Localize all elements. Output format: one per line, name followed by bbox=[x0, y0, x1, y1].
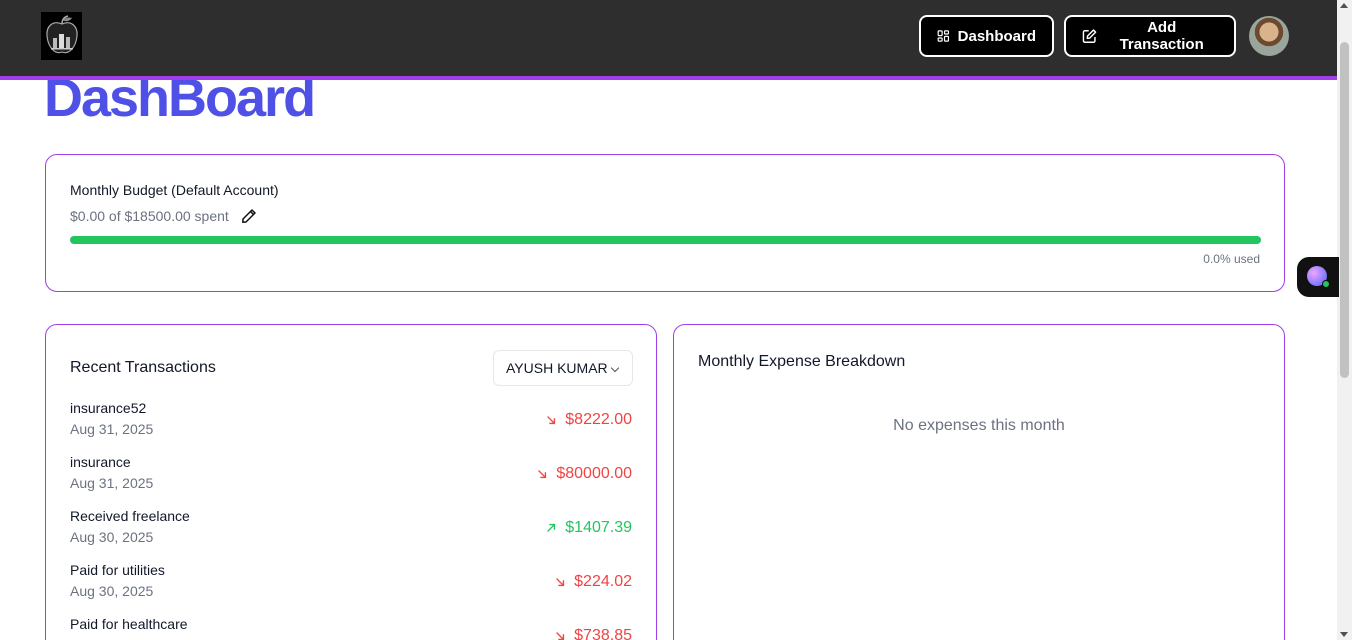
transaction-name: insurance bbox=[70, 454, 131, 470]
transaction-date: Aug 30, 2025 bbox=[70, 529, 154, 545]
app-logo[interactable] bbox=[41, 12, 82, 60]
online-status-dot bbox=[1322, 280, 1330, 288]
transaction-amount-value: $224.02 bbox=[574, 573, 632, 590]
budget-spent-text: $0.00 of $18500.00 spent bbox=[70, 208, 229, 224]
expense-breakdown-card: Monthly Expense Breakdown No expenses th… bbox=[673, 324, 1285, 640]
transaction-amount-value: $80000.00 bbox=[556, 465, 632, 482]
dashboard-button[interactable]: Dashboard bbox=[919, 15, 1054, 57]
account-select[interactable]: AYUSH KUMAR bbox=[493, 350, 633, 386]
transaction-date: Aug 31, 2025 bbox=[70, 421, 154, 437]
arrow-up-right-icon bbox=[547, 523, 556, 532]
scroll-down-arrow-icon[interactable] bbox=[1340, 632, 1348, 637]
layout-dashboard-icon bbox=[937, 30, 950, 42]
no-expenses-message: No expenses this month bbox=[893, 417, 1065, 434]
pencil-icon[interactable] bbox=[241, 208, 257, 224]
transaction-amount: $224.02 bbox=[554, 573, 632, 591]
transactions-list: insurance52 Aug 31, 2025 $8222.00 insurance… bbox=[70, 400, 632, 640]
budget-progress-bar bbox=[70, 236, 1261, 244]
transaction-row[interactable]: Received freelance Aug 30, 2025 $1407.39 bbox=[70, 508, 632, 562]
transaction-row[interactable]: Paid for utilities Aug 30, 2025 $224.02 bbox=[70, 562, 632, 616]
transaction-date: Aug 31, 2025 bbox=[70, 475, 154, 491]
transaction-name: Paid for healthcare bbox=[70, 616, 188, 632]
scroll-up-arrow-icon[interactable] bbox=[1340, 3, 1348, 8]
budget-used-text: 0.0% used bbox=[1203, 252, 1260, 266]
chevron-down-icon bbox=[610, 363, 620, 373]
transaction-name: Received freelance bbox=[70, 508, 190, 524]
monthly-budget-card: Monthly Budget (Default Account) $0.00 o… bbox=[45, 154, 1285, 292]
transaction-amount-value: $8222.00 bbox=[565, 411, 632, 428]
transaction-row[interactable]: Paid for healthcareAug 30, 2025$738.85 bbox=[70, 616, 632, 640]
arrow-down-right-icon bbox=[538, 470, 547, 479]
top-navbar: Dashboard Add Transaction bbox=[0, 0, 1337, 80]
add-transaction-button[interactable]: Add Transaction bbox=[1064, 15, 1236, 57]
apple-logo-icon bbox=[45, 15, 78, 54]
expense-breakdown-title: Monthly Expense Breakdown bbox=[698, 353, 906, 370]
transaction-date: Aug 30, 2025 bbox=[70, 583, 154, 599]
arrow-down-right-icon bbox=[547, 416, 556, 425]
budget-title: Monthly Budget (Default Account) bbox=[70, 182, 279, 198]
scroll-thumb[interactable] bbox=[1340, 42, 1349, 378]
dashboard-button-label: Dashboard bbox=[957, 27, 1036, 45]
budget-spent-row: $0.00 of $18500.00 spent bbox=[70, 208, 257, 224]
transaction-amount: $738.85 bbox=[554, 627, 632, 640]
transaction-amount: $80000.00 bbox=[536, 465, 632, 483]
transaction-amount: $8222.00 bbox=[545, 411, 632, 429]
transaction-amount-value: $738.85 bbox=[574, 627, 632, 640]
transaction-name: Paid for utilities bbox=[70, 562, 165, 578]
arrow-down-right-icon bbox=[556, 578, 565, 587]
transaction-row[interactable]: insurance52 Aug 31, 2025 $8222.00 bbox=[70, 400, 632, 454]
pen-square-icon bbox=[1082, 29, 1097, 43]
recent-transactions-title: Recent Transactions bbox=[70, 359, 216, 376]
transaction-name: insurance52 bbox=[70, 400, 147, 416]
transaction-amount-value: $1407.39 bbox=[565, 519, 632, 536]
user-avatar[interactable] bbox=[1249, 16, 1289, 56]
page-scrollbar[interactable] bbox=[1337, 0, 1352, 640]
add-transaction-button-label: Add Transaction bbox=[1119, 19, 1204, 53]
account-select-value: AYUSH KUMAR bbox=[506, 360, 608, 376]
recent-transactions-card: Recent Transactions AYUSH KUMAR insuranc… bbox=[45, 324, 657, 640]
transaction-row[interactable]: insurance Aug 31, 2025 $80000.00 bbox=[70, 454, 632, 508]
assistant-widget[interactable] bbox=[1297, 257, 1339, 297]
transaction-amount: $1407.39 bbox=[545, 519, 632, 537]
arrow-down-right-icon bbox=[556, 632, 565, 640]
